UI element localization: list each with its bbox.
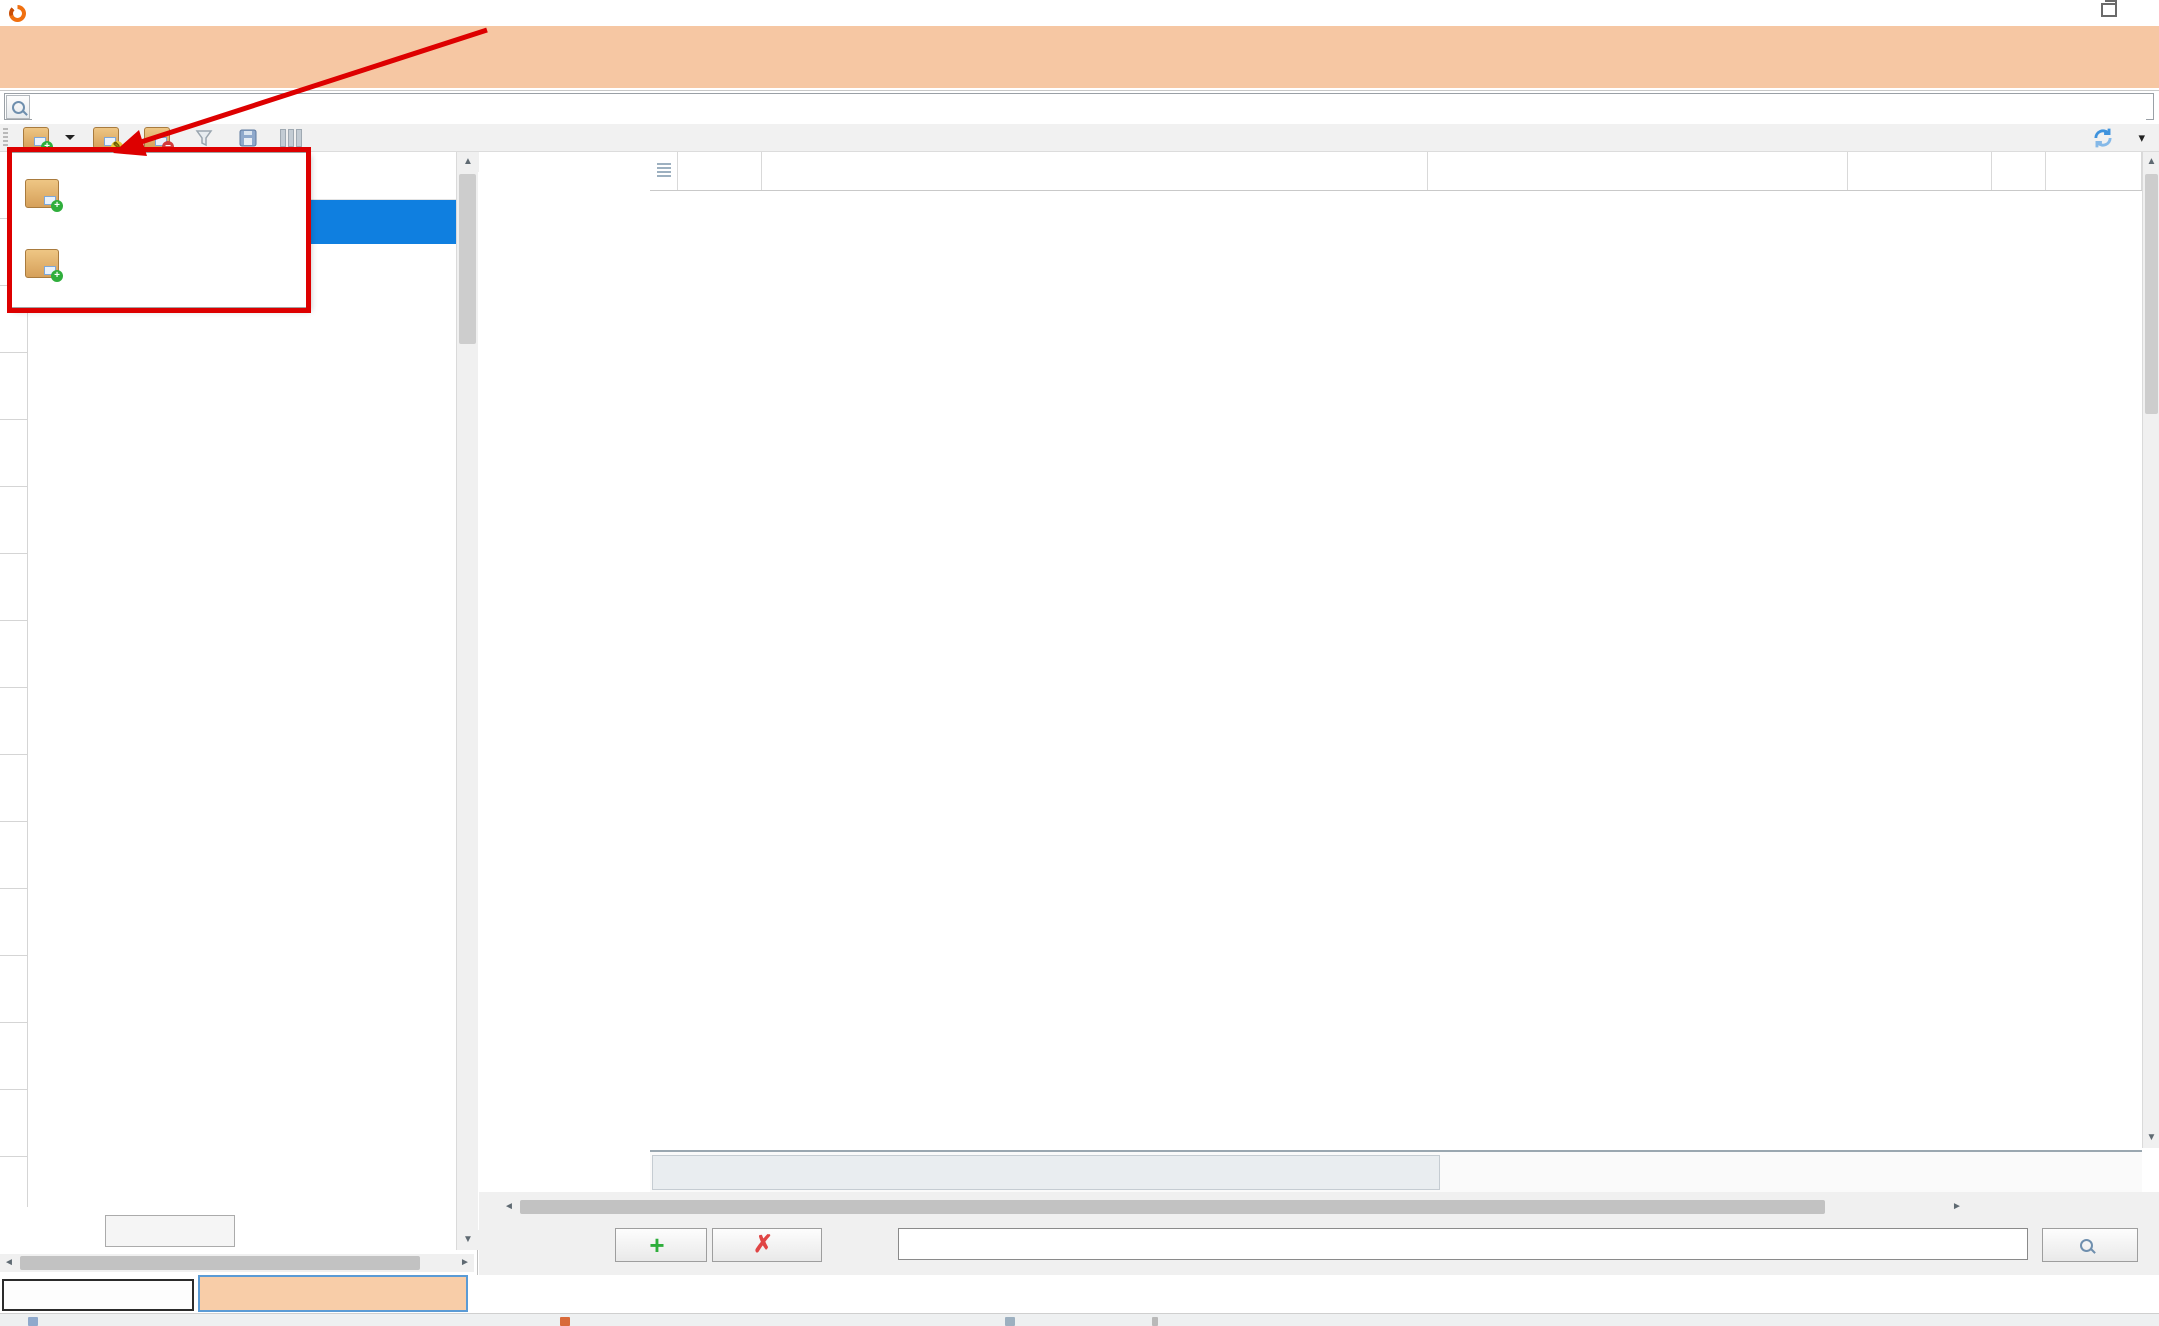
- x-icon: ✗: [753, 1235, 773, 1255]
- tab-home[interactable]: [2, 1279, 194, 1311]
- add-item-icon: +: [25, 179, 59, 208]
- toolbar: + ✎ − ▾: [0, 124, 2159, 152]
- search-icon[interactable]: [6, 95, 30, 119]
- status-bar: [0, 1313, 2159, 1326]
- search-product-button[interactable]: [2042, 1228, 2138, 1262]
- add-button[interactable]: +: [14, 125, 84, 151]
- header-indicator[interactable]: [650, 152, 678, 190]
- delete-button[interactable]: −: [135, 125, 186, 151]
- menu-item-add-subgroup[interactable]: +: [11, 231, 307, 295]
- scroll-down-icon[interactable]: ▼: [2143, 1128, 2159, 1148]
- delete-item-icon: −: [144, 127, 170, 149]
- status-icon: [28, 1317, 38, 1326]
- table-header: [650, 152, 2142, 191]
- table-horizontal-scrollbar[interactable]: ◄ ►: [500, 1198, 1966, 1216]
- header-name[interactable]: [762, 152, 1428, 190]
- pencil-badge-icon: ✎: [111, 141, 123, 153]
- header-maker[interactable]: [1428, 152, 1848, 190]
- delete-product-button[interactable]: ✗: [712, 1228, 822, 1262]
- columns-icon[interactable]: [280, 129, 302, 147]
- funnel-icon: [195, 129, 213, 147]
- plus-badge-icon: +: [51, 200, 63, 212]
- tree-vertical-scrollbar[interactable]: ▲ ▼: [456, 152, 478, 1250]
- menu-bar: [0, 0, 2159, 26]
- table-footer: [650, 1150, 2142, 1192]
- plus-badge-icon: +: [41, 141, 53, 153]
- product-input[interactable]: [898, 1228, 2028, 1260]
- search-input[interactable]: [32, 94, 2146, 120]
- refresh-button[interactable]: [2083, 125, 2130, 151]
- status-icon: [560, 1317, 570, 1326]
- table-vertical-scrollbar[interactable]: ▲ ▼: [2142, 152, 2159, 1148]
- tree-record-count: [105, 1215, 235, 1247]
- tree-horizontal-scrollbar[interactable]: ◄ ►: [0, 1254, 474, 1272]
- chevron-down-icon: [65, 135, 75, 140]
- status-divider: [1152, 1317, 1158, 1326]
- app-logo-icon: [9, 5, 26, 22]
- status-icon: [1005, 1317, 1015, 1326]
- tree-hscroll-thumb[interactable]: [20, 1256, 420, 1270]
- header-id[interactable]: [678, 152, 762, 190]
- magnifier-icon: [2080, 1239, 2093, 1252]
- export-button[interactable]: [229, 125, 274, 151]
- tab-recommended-products[interactable]: [198, 1275, 468, 1312]
- tree-scroll-thumb[interactable]: [459, 174, 476, 344]
- add-dropdown-menu: + +: [10, 152, 308, 308]
- refresh-dropdown-icon[interactable]: ▾: [2138, 130, 2145, 146]
- scroll-right-icon[interactable]: ►: [1948, 1198, 1966, 1216]
- header-morion-code[interactable]: [1848, 152, 1992, 190]
- add-item-icon: +: [23, 127, 49, 149]
- tree-gutter: [0, 152, 28, 1207]
- table-hscroll-thumb[interactable]: [520, 1200, 1825, 1214]
- products-table: [650, 152, 2142, 191]
- grip-icon: [657, 163, 671, 179]
- scroll-down-icon[interactable]: ▼: [457, 1230, 479, 1250]
- categories-panel: [0, 152, 478, 1276]
- scroll-right-icon[interactable]: ►: [456, 1254, 474, 1272]
- scroll-up-icon[interactable]: ▲: [457, 152, 479, 172]
- export-disk-icon: [238, 128, 258, 148]
- edit-button[interactable]: ✎: [84, 125, 135, 151]
- minus-badge-icon: −: [162, 141, 174, 153]
- magnifier-icon: [12, 101, 25, 114]
- toolbar-grip[interactable]: [3, 128, 8, 148]
- add-product-button[interactable]: +: [615, 1228, 707, 1262]
- filter-button[interactable]: [186, 125, 229, 151]
- menu-item-add[interactable]: +: [11, 161, 307, 225]
- plus-icon: +: [649, 1235, 664, 1255]
- edit-item-icon: ✎: [93, 127, 119, 149]
- header-assortment[interactable]: [2046, 152, 2142, 190]
- add-item-icon: +: [25, 249, 59, 278]
- restore-button[interactable]: [2101, 3, 2117, 17]
- refresh-icon: [2092, 127, 2114, 149]
- bottom-tabs: [0, 1275, 2159, 1313]
- title-band: [0, 26, 2159, 88]
- scroll-left-icon[interactable]: ◄: [500, 1198, 518, 1216]
- record-status: [652, 1155, 1440, 1190]
- scroll-left-icon[interactable]: ◄: [0, 1254, 18, 1272]
- plus-badge-icon: +: [51, 270, 63, 282]
- table-scroll-thumb[interactable]: [2145, 174, 2158, 414]
- window-controls: [2067, 3, 2151, 17]
- header-price-flag[interactable]: [1992, 152, 2046, 190]
- scroll-up-icon[interactable]: ▲: [2143, 152, 2159, 172]
